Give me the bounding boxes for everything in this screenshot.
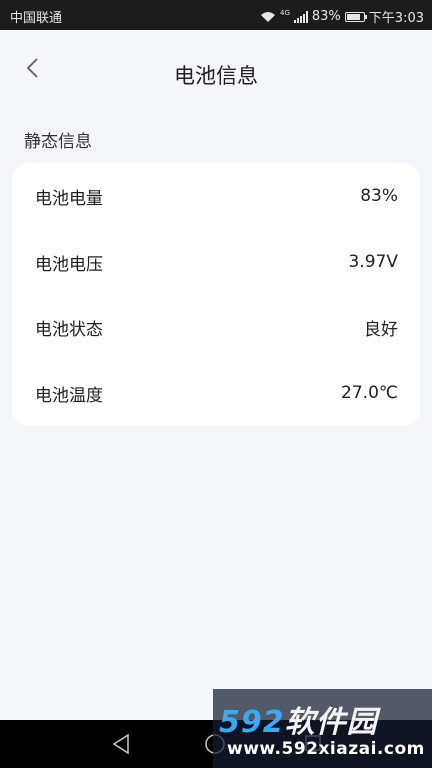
wifi-icon [261,11,275,22]
status-bar: 中国联通 4G 83% 下午3:03 [0,0,432,30]
row-battery-voltage: 电池电压 3.97V [12,229,420,295]
watermark-logo-number: 592 [219,705,285,740]
row-value: 3.97V [348,252,398,272]
battery-icon [344,11,367,22]
row-label: 电池温度 [35,385,103,406]
status-indicators: 4G 83% 下午3:03 [260,7,424,26]
page-title: 电池信息 [174,64,258,88]
clock-time: 下午3:03 [368,11,424,26]
battery-info-card: 电池电量 83% 电池电压 3.97V 电池状态 良好 电池温度 27.0℃ [12,163,420,426]
header: 电池信息 [0,30,432,118]
network-type: 4G [280,8,290,17]
row-label: 电池状态 [35,319,103,340]
battery-percent: 83% [311,9,341,24]
watermark-url: www.592xiazai.com [227,739,425,759]
row-value: 27.0℃ [341,383,398,403]
watermark: 592软件园 www.592xiazai.com [213,689,432,768]
row-label: 电池电压 [35,254,103,275]
row-battery-status: 电池状态 良好 [12,294,420,360]
watermark-logo-text: 软件园 [284,705,378,740]
row-battery-temperature: 电池温度 27.0℃ [12,360,420,426]
signal-icon [293,10,308,23]
section-label: 静态信息 [24,132,92,152]
row-value: 良好 [364,319,398,340]
triangle-back-icon[interactable] [110,732,132,756]
row-value: 83% [360,186,398,206]
row-battery-level: 电池电量 83% [12,163,420,229]
carrier-name: 中国联通 [10,11,63,26]
watermark-logo: 592软件园 [219,697,378,741]
row-label: 电池电量 [35,188,103,209]
